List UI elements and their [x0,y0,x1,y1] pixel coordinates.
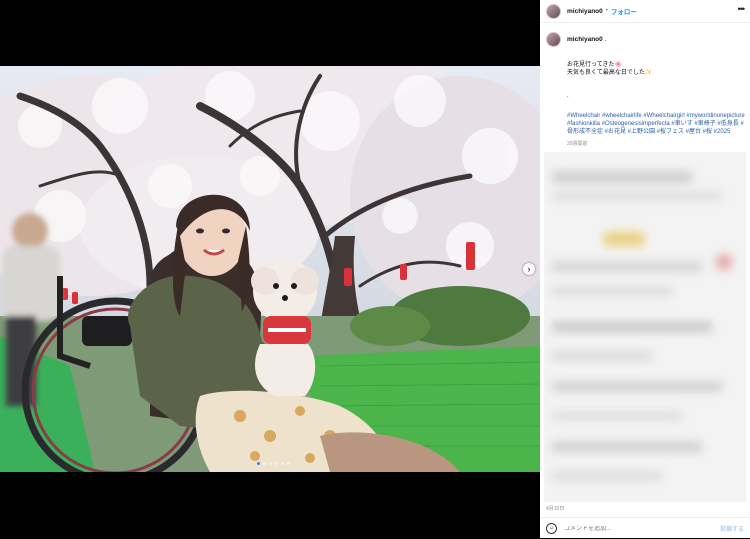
caption-avatar[interactable] [546,32,561,47]
caption-line: . [567,92,569,99]
blurred-comments [544,152,746,502]
caption-hashtags[interactable]: #Wheelchair #wheelchairlife #Wheelchairg… [567,112,745,137]
caption-timestamp: 29週間前 [567,140,588,147]
avatar[interactable] [546,3,561,19]
carousel-dot [281,462,284,465]
caption-suffix: . [604,36,607,43]
carousel-dot [263,462,266,465]
caption-username[interactable]: michiyano0 [567,36,603,43]
carousel-dot [257,462,260,465]
post-side-panel: michiyano0 • フォロー ••• michiyano0 . お花見行っ… [540,0,750,538]
carousel-next-button[interactable]: › [523,263,535,275]
caption: michiyano0 . お花見行ってきた🌸 天気も良くて最高な日でした✨ . … [546,32,746,147]
caption-line: お花見行ってきた🌸 [567,62,622,68]
caption-text: お花見行ってきた🌸 天気も良くて最高な日でした✨ . [567,61,746,100]
post-media: › [0,0,540,538]
carousel-dot [269,462,272,465]
username-link[interactable]: michiyano0 [567,8,603,15]
separator-dot: • [605,8,608,14]
caption-line: 天気も良くて最高な日でした✨ [567,70,653,77]
post-header: michiyano0 • フォロー ••• [540,0,750,23]
carousel-indicator [257,462,290,465]
carousel-dot [275,462,278,465]
more-options-icon[interactable]: ••• [738,4,746,14]
follow-button[interactable]: フォロー [611,6,637,16]
post-comment-button[interactable]: 投稿する [720,524,744,533]
post-photo [0,66,540,472]
emoji-icon[interactable]: ☺ [546,523,557,534]
comment-bar: ☺ 投稿する [540,517,750,539]
post-date: 4月10日 [546,506,565,512]
carousel-dot [287,462,290,465]
comment-input[interactable] [564,525,704,532]
